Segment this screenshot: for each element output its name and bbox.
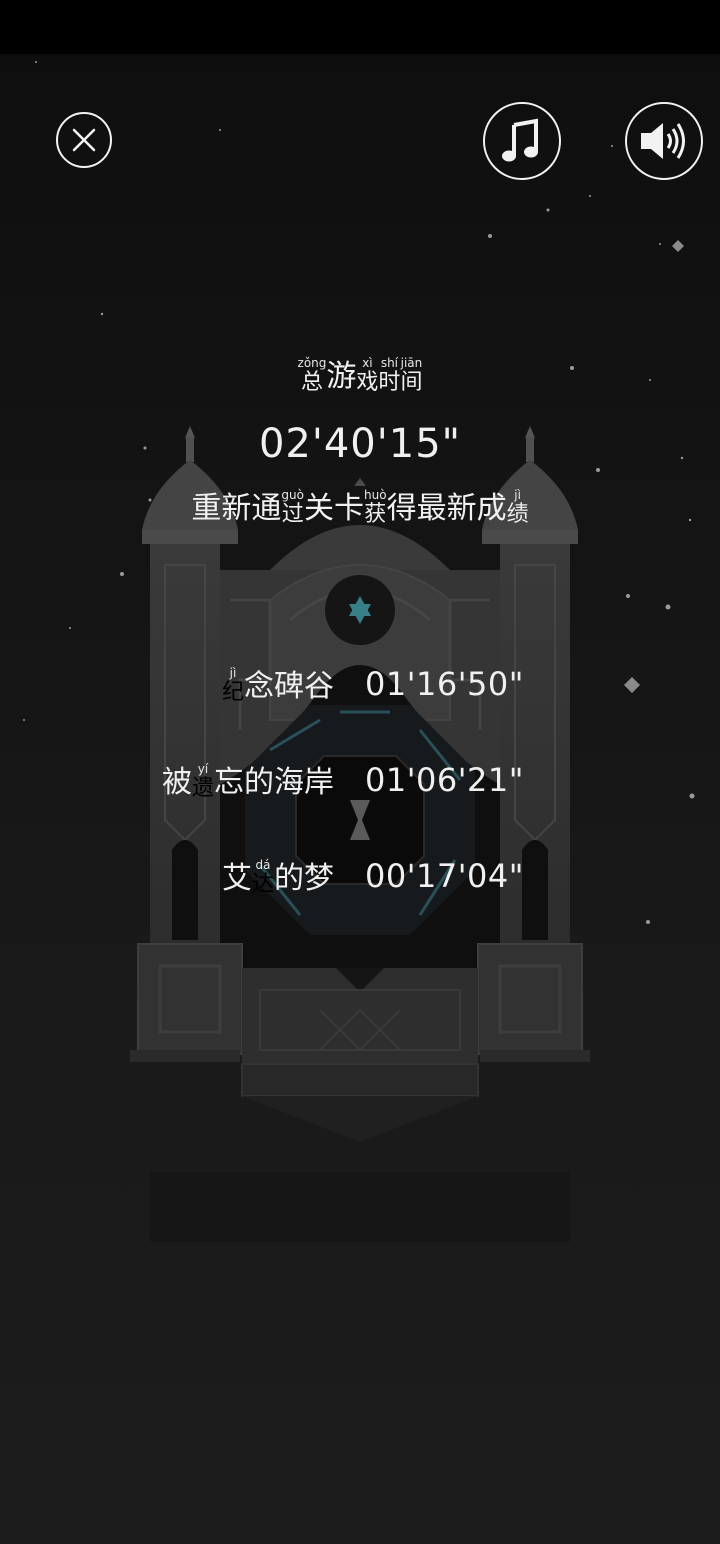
total-time-value: 02'40'15" — [258, 421, 462, 467]
level-time: 01'16'50" — [365, 665, 524, 703]
level-name: 被 yí 遗 忘 的 海 岸 — [161, 762, 334, 801]
level-row: jì 纪 念 碑 谷 01'16'50" — [0, 656, 720, 706]
level-name: jì 纪 念 碑 谷 — [221, 666, 334, 705]
replay-hint: 重 新 通 guò 过 关 卡 huò 获 得 最 新 成 jì 绩 — [191, 488, 529, 527]
music-note-icon — [502, 118, 538, 162]
level-row: 艾 dá 达 的 梦 00'17'04" — [0, 848, 720, 898]
temple-illustration — [130, 426, 590, 1242]
close-button[interactable] — [56, 112, 112, 168]
level-row: 被 yí 遗 忘 的 海 岸 01'06'21" — [0, 752, 720, 802]
total-time-title: zǒng 总 游 xì 戏 shí 时 jiān 间 — [297, 356, 423, 395]
level-time: 00'17'04" — [365, 857, 524, 895]
game-screen: zǒng 总 游 xì 戏 shí 时 jiān 间 02'40'15" 重 新 通 g… — [0, 0, 720, 1544]
close-icon — [72, 128, 96, 152]
sound-toggle-button[interactable] — [625, 102, 703, 180]
music-toggle-button[interactable] — [483, 102, 561, 180]
level-name: 艾 dá 达 的 梦 — [221, 858, 334, 897]
level-time: 01'06'21" — [365, 761, 524, 799]
speaker-volume-icon — [641, 123, 685, 159]
